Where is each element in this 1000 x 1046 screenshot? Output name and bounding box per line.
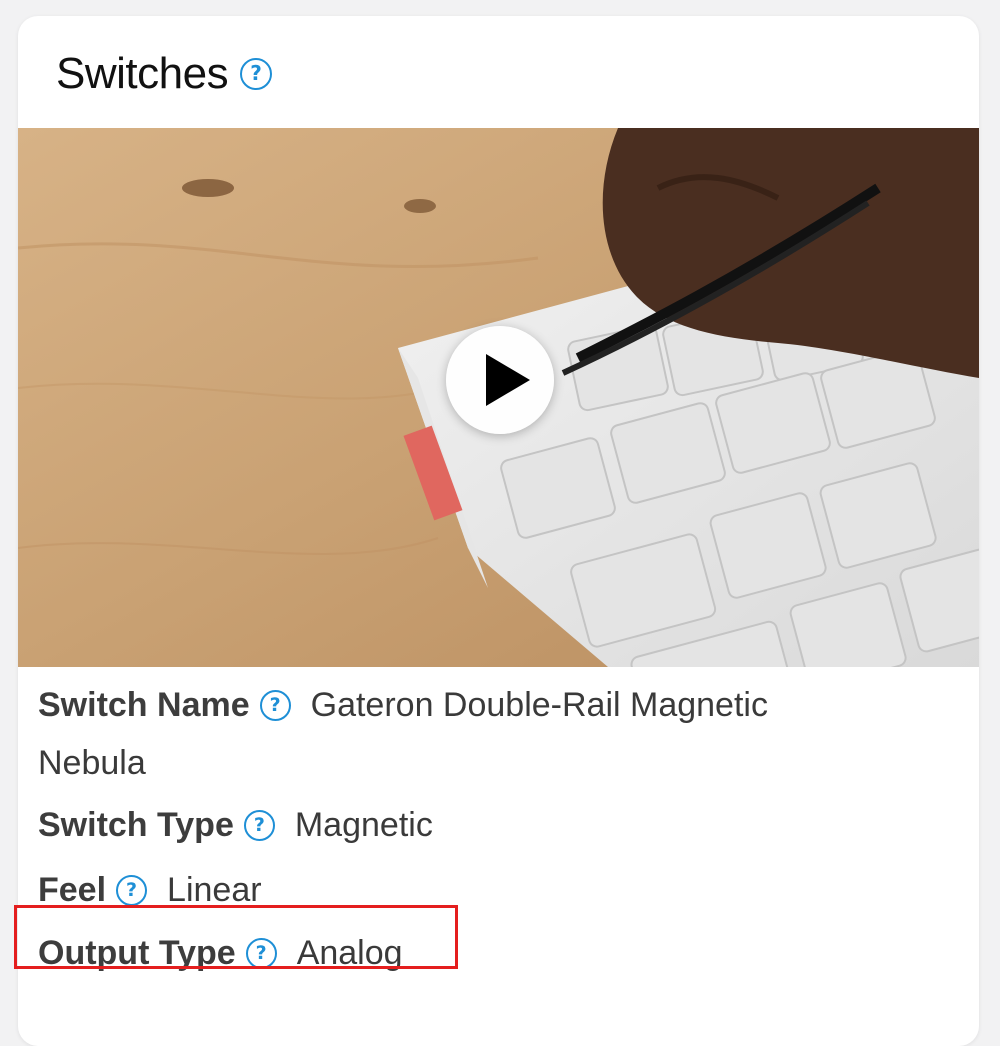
spec-label: Output Type [38,934,236,972]
video-player[interactable] [18,128,979,667]
play-button[interactable] [446,326,554,434]
help-icon[interactable]: ? [116,875,148,906]
spec-label: Feel [38,871,107,909]
spec-row-output-type: Output Type ? Analog [38,934,403,973]
card-header: Switches ? [56,44,273,104]
help-icon[interactable]: ? [240,58,273,90]
help-icon[interactable]: ? [243,810,275,841]
spec-value-continued: Nebula [38,744,146,782]
spec-label: Switch Name [38,686,250,724]
spec-value: Linear [167,871,262,909]
spec-value: Gateron Double-Rail Magnetic [310,686,768,724]
spec-value: Magnetic [294,806,433,844]
spec-row-switch-type: Switch Type ? Magnetic [38,806,433,845]
spec-row-switch-name: Switch Name ? Gateron Double-Rail Magnet… [38,686,768,725]
spec-row-feel: Feel ? Linear [38,871,262,910]
spec-value: Analog [296,934,403,972]
card-title: Switches [56,49,229,98]
spec-label: Switch Type [38,806,234,844]
play-icon [486,354,530,406]
help-icon[interactable]: ? [245,938,277,969]
help-icon[interactable]: ? [259,690,291,721]
